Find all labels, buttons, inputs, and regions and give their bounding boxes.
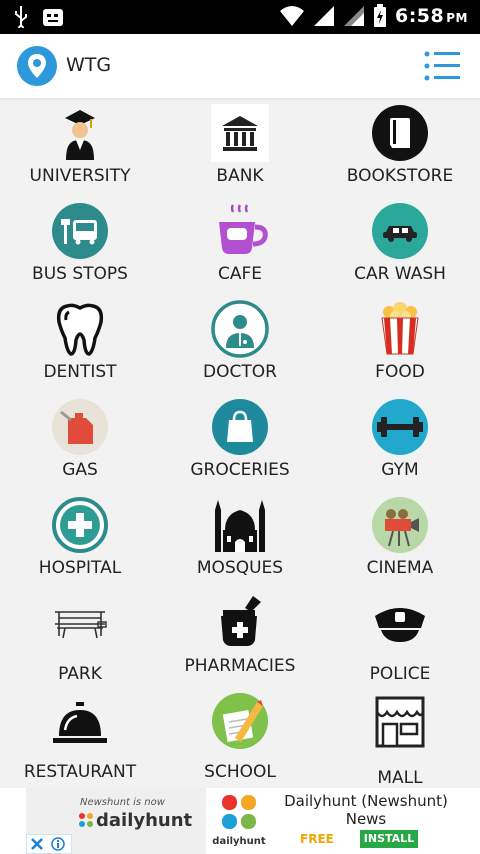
- category-groceries[interactable]: GROCERIES: [160, 392, 320, 490]
- usb-icon: [15, 6, 27, 28]
- app-logo: [17, 46, 57, 86]
- category-label: SCHOOL: [204, 762, 276, 782]
- bus-icon: [52, 203, 108, 259]
- bench-icon: [55, 611, 107, 639]
- category-food[interactable]: FOOD: [320, 294, 480, 392]
- category-hospital[interactable]: HOSPITAL: [0, 490, 160, 588]
- category-label: GROCERIES: [190, 460, 290, 480]
- ad-install-button[interactable]: INSTALL: [360, 830, 418, 848]
- category-dentist[interactable]: DENTIST: [0, 294, 160, 392]
- category-park[interactable]: PARK: [0, 588, 160, 686]
- coffee-cup-icon: [219, 204, 268, 254]
- category-restaurant[interactable]: RESTAURANT: [0, 686, 160, 784]
- dailyhunt-app-icon: [222, 795, 256, 829]
- category-label: HOSPITAL: [38, 558, 122, 578]
- category-mall[interactable]: MALL: [320, 686, 480, 788]
- ad-app-icon-label: dailyhunt: [212, 836, 266, 847]
- category-label: DENTIST: [43, 362, 117, 382]
- category-gas[interactable]: GAS: [0, 392, 160, 490]
- ad-close-button[interactable]: [26, 834, 72, 854]
- book-icon: [372, 105, 428, 161]
- location-pin-icon: [28, 54, 46, 78]
- clock: 6:58 PM: [394, 5, 468, 27]
- category-bookstore[interactable]: BOOKSTORE: [320, 98, 480, 196]
- category-label: MOSQUES: [196, 558, 284, 578]
- store-icon: [375, 696, 425, 748]
- ad-title: Dailyhunt (Newshunt) News: [284, 792, 448, 828]
- category-label: POLICE: [369, 664, 431, 684]
- shopping-bag-icon: [212, 399, 268, 455]
- category-pharmacies[interactable]: PHARMACIES: [160, 588, 320, 686]
- graduate-icon: [65, 110, 95, 160]
- category-grid: UNIVERSITY BANK BOOKSTORE BUS STOPS CAFE: [0, 98, 480, 788]
- category-label: FOOD: [375, 362, 425, 382]
- category-label: MALL: [377, 768, 423, 788]
- ad-brand-big: dailyhunt: [96, 810, 193, 831]
- category-school[interactable]: SCHOOL: [160, 686, 320, 784]
- list-menu-button[interactable]: [422, 48, 462, 84]
- app-title: WTG: [66, 54, 112, 76]
- signal-icon: [313, 6, 334, 26]
- ad-price: FREE: [300, 832, 334, 846]
- mosque-icon: [215, 500, 265, 552]
- category-bank[interactable]: BANK: [160, 98, 320, 196]
- category-label: PHARMACIES: [184, 656, 296, 676]
- movie-camera-icon: [372, 497, 428, 553]
- close-icon: [31, 838, 43, 850]
- app-bar: WTG: [0, 34, 480, 98]
- category-label: CAR WASH: [354, 264, 446, 284]
- info-icon: [51, 837, 65, 851]
- category-cinema[interactable]: CINEMA: [320, 490, 480, 588]
- tooth-icon: [56, 303, 104, 356]
- category-label: BOOKSTORE: [346, 166, 454, 186]
- category-label: BANK: [216, 166, 264, 186]
- category-label: GAS: [62, 460, 98, 480]
- ad-app-icon[interactable]: dailyhunt: [206, 790, 272, 852]
- category-label: CAFE: [217, 264, 263, 284]
- category-car-wash[interactable]: CAR WASH: [320, 196, 480, 294]
- status-bar: 6:58 PM: [0, 0, 480, 34]
- doctor-icon: [211, 300, 269, 358]
- list-menu-icon: [424, 51, 460, 81]
- dailyhunt-logo-icon: [79, 813, 93, 827]
- category-label: BUS STOPS: [32, 264, 128, 284]
- notification-icon: [43, 9, 63, 26]
- mortar-pestle-icon: [221, 596, 261, 646]
- dumbbell-icon: [372, 399, 428, 455]
- wifi-icon: [279, 6, 304, 26]
- medical-cross-icon: [52, 497, 108, 553]
- bank-icon: [211, 104, 269, 162]
- cloche-icon: [53, 702, 107, 743]
- popcorn-icon: [381, 302, 419, 355]
- ad-brand-small: Newshunt is now: [80, 797, 165, 808]
- category-label: UNIVERSITY: [29, 166, 131, 186]
- category-label: DOCTOR: [203, 362, 277, 382]
- category-police[interactable]: POLICE: [320, 588, 480, 686]
- signal-icon-2: [343, 6, 364, 26]
- category-label: PARK: [58, 664, 102, 684]
- category-label: CINEMA: [366, 558, 434, 578]
- gas-can-icon: [52, 399, 108, 455]
- battery-icon: [373, 4, 386, 27]
- category-bus-stops[interactable]: BUS STOPS: [0, 196, 160, 294]
- school-pencil-icon: [212, 693, 268, 749]
- category-cafe[interactable]: CAFE: [160, 196, 320, 294]
- category-university[interactable]: UNIVERSITY: [0, 98, 160, 196]
- category-label: GYM: [381, 460, 419, 480]
- category-doctor[interactable]: DOCTOR: [160, 294, 320, 392]
- ad-banner[interactable]: Newshunt is now dailyhunt dailyhunt Dail…: [0, 788, 480, 854]
- car-icon: [372, 203, 428, 259]
- police-cap-icon: [375, 608, 425, 642]
- category-mosques[interactable]: MOSQUES: [160, 490, 320, 588]
- category-gym[interactable]: GYM: [320, 392, 480, 490]
- category-label: RESTAURANT: [23, 762, 137, 782]
